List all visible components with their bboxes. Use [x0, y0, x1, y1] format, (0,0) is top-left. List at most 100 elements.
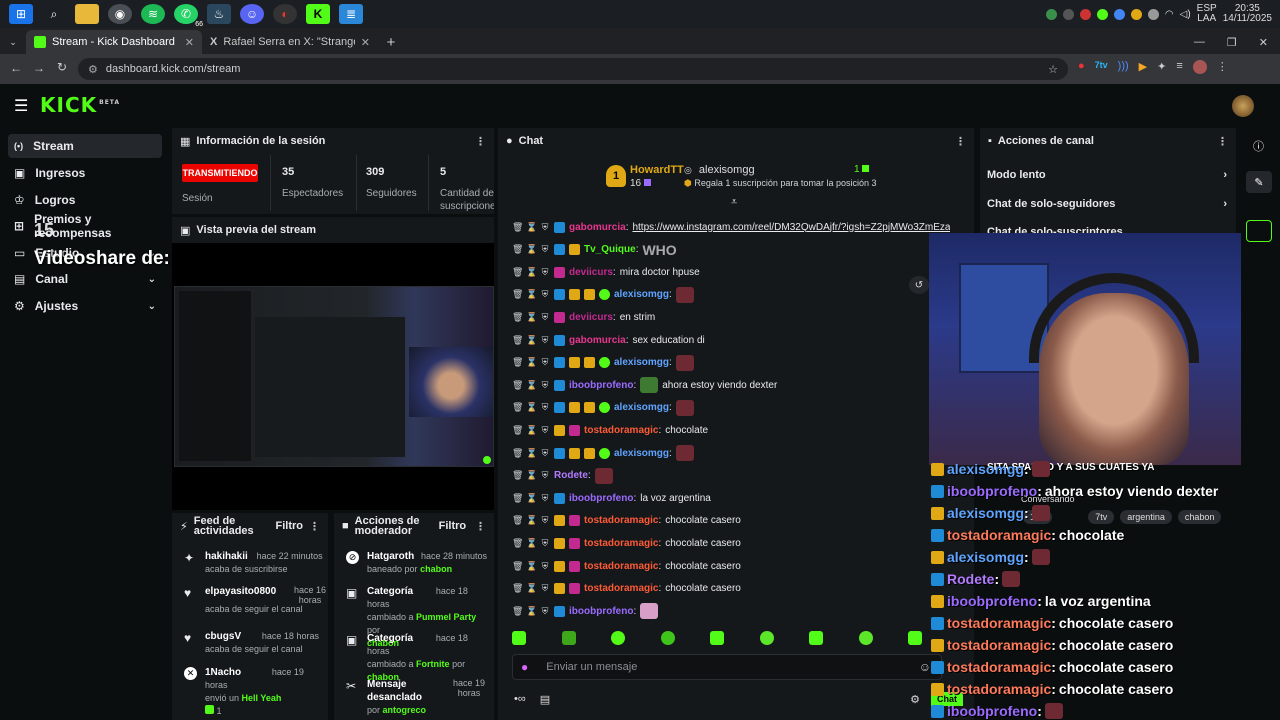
feed-filter-button[interactable]: Filtro [276, 520, 304, 532]
ban-user-icon[interactable]: ⛨ [540, 289, 550, 300]
chat-username[interactable]: alexisomgg [614, 357, 669, 368]
delete-icon[interactable]: 🗑 [512, 583, 523, 594]
chat-link[interactable]: https://www.instagram.com/reel/DM32QwDAj… [632, 222, 950, 233]
kebab-menu-icon[interactable]: ⋮ [309, 520, 320, 533]
chat-username[interactable]: tostadoramagic [584, 561, 658, 572]
timeout-icon[interactable]: ⌛ [526, 448, 537, 459]
ban-user-icon[interactable]: ⛨ [540, 357, 550, 368]
url-input[interactable]: ⚙ dashboard.kick.com/stream ☆ [78, 58, 1068, 80]
delete-icon[interactable]: 🗑 [512, 380, 523, 391]
kick-emote-icon[interactable] [611, 631, 625, 645]
delete-icon[interactable]: 🗑 [512, 606, 523, 617]
bookmark-star-icon[interactable]: ☆ [1048, 63, 1058, 76]
scroll-to-bottom-button[interactable]: ↺ [909, 276, 929, 294]
browser-menu-icon[interactable]: ⋮ [1217, 60, 1228, 74]
chat-username[interactable]: tostadoramagic [584, 515, 658, 526]
media-icon[interactable]: ≡ [1176, 60, 1182, 74]
kick-logo[interactable]: KICK BETA [40, 93, 120, 117]
discord-icon[interactable]: ☺ [240, 4, 264, 24]
delete-icon[interactable]: 🗑 [512, 357, 523, 368]
chat-emote[interactable] [594, 467, 613, 484]
ban-user-icon[interactable]: ⛨ [540, 425, 550, 436]
pinned-toggle-icon[interactable]: ⩡ [731, 196, 737, 209]
hamburger-menu-icon[interactable]: ☰ [14, 96, 28, 116]
delete-icon[interactable]: 🗑 [512, 425, 523, 436]
delete-icon[interactable]: 🗑 [512, 289, 523, 300]
timeout-icon[interactable]: ⌛ [526, 380, 537, 391]
close-window-icon[interactable]: ✕ [1259, 36, 1268, 49]
close-tab-icon[interactable]: ✕ [185, 36, 194, 49]
timeout-icon[interactable]: ⌛ [526, 606, 537, 617]
timeout-icon[interactable]: ⌛ [526, 312, 537, 323]
browser-tab-x[interactable]: X Rafael Serra en X: "Stranger Thi ✕ [202, 30, 378, 54]
points-icon[interactable]: •∞ [514, 693, 526, 705]
tab-list-button[interactable]: ⌄ [0, 30, 26, 54]
tray-icon[interactable] [1079, 8, 1091, 20]
extension-7tv-icon[interactable]: 7tv [1095, 60, 1108, 74]
timeout-icon[interactable]: ⌛ [526, 335, 537, 346]
stream-preview-video[interactable] [174, 286, 494, 467]
chat-username[interactable]: alexisomgg [614, 402, 669, 413]
delete-icon[interactable]: 🗑 [512, 402, 523, 413]
kick-emote-icon[interactable] [809, 631, 823, 645]
ban-user-icon[interactable]: ⛨ [540, 448, 550, 459]
chat-emote[interactable] [675, 399, 694, 416]
volume-icon[interactable]: ◁) [1180, 9, 1191, 20]
chrome-icon[interactable]: ◉ [108, 4, 132, 24]
timeout-icon[interactable]: ⌛ [526, 583, 537, 594]
chat-input-box[interactable]: ● Enviar un mensaje ☺ [512, 654, 942, 680]
tag-chip[interactable]: argentina [1120, 510, 1172, 524]
minimize-icon[interactable]: — [1194, 36, 1205, 48]
sidebar-item-stream[interactable]: (•) Stream [8, 134, 162, 158]
ban-user-icon[interactable]: ⛨ [540, 583, 550, 594]
delete-icon[interactable]: 🗑 [512, 493, 523, 504]
tray-icon[interactable] [1062, 8, 1074, 20]
reload-icon[interactable]: ↻ [57, 60, 67, 74]
sidebar-item-logros[interactable]: ♔ Logros [8, 188, 162, 212]
profile-avatar-icon[interactable] [1192, 60, 1207, 74]
kick-emote-icon[interactable] [561, 631, 576, 645]
timeout-icon[interactable]: ⌛ [526, 493, 537, 504]
new-tab-button[interactable]: + [378, 30, 404, 54]
delete-icon[interactable]: 🗑 [512, 515, 523, 526]
steam-icon[interactable]: ♨ [207, 4, 231, 24]
chat-username[interactable]: alexisomgg [614, 289, 669, 300]
kick-emote-icon[interactable] [759, 631, 774, 645]
browser-tab-kick[interactable]: Stream - Kick Dashboard ✕ [26, 30, 202, 54]
edit-pencil-icon[interactable]: ✎ [1246, 171, 1272, 193]
delete-icon[interactable]: 🗑 [512, 561, 523, 572]
delete-icon[interactable]: 🗑 [512, 335, 523, 346]
chat-emote[interactable] [640, 603, 659, 620]
kebab-menu-icon[interactable]: ⋮ [475, 135, 486, 148]
chat-username[interactable]: alexisomgg [614, 448, 669, 459]
extensions-puzzle-icon[interactable]: ✦ [1157, 60, 1166, 74]
forward-icon[interactable]: → [33, 61, 45, 75]
chat-username[interactable]: Rodete [554, 470, 588, 481]
sidebar-item-ajustes[interactable]: ⚙ Ajustes ⌄ [8, 294, 162, 318]
kebab-menu-icon[interactable]: ⋮ [955, 135, 966, 148]
followers-only-action[interactable]: Chat de solo-seguidores › [987, 196, 1227, 212]
ban-user-icon[interactable]: ⛨ [540, 222, 550, 233]
search-icon[interactable]: ⌕ [42, 4, 66, 24]
timeout-icon[interactable]: ⌛ [526, 538, 537, 549]
delete-icon[interactable]: 🗑 [512, 312, 523, 323]
ban-user-icon[interactable]: ⛨ [540, 515, 550, 526]
chat-emote[interactable] [675, 354, 694, 371]
delete-icon[interactable]: 🗑 [512, 470, 523, 481]
clock[interactable]: 20:35 14/11/2025 [1223, 4, 1272, 24]
chat-username[interactable]: deviicurs [569, 267, 613, 278]
folder-icon[interactable] [75, 4, 99, 24]
delete-icon[interactable]: 🗑 [512, 244, 523, 255]
timeout-icon[interactable]: ⌛ [526, 561, 537, 572]
mod-filter-button[interactable]: Filtro [439, 520, 467, 532]
extension-icon[interactable]: ▶ [1139, 60, 1147, 74]
chat-username[interactable]: iboobprofeno [569, 606, 633, 617]
tag-chip[interactable]: 7tv [1088, 510, 1115, 524]
kebab-menu-icon[interactable]: ⋮ [1217, 135, 1228, 148]
browser-icon[interactable]: ◐ [273, 4, 297, 24]
wifi-icon[interactable]: ◠ [1165, 9, 1174, 20]
microphone-icon[interactable]: ● [521, 660, 528, 674]
timeout-icon[interactable]: ⌛ [526, 357, 537, 368]
chat-settings-icon[interactable]: ⚙ [910, 693, 920, 706]
ban-user-icon[interactable]: ⛨ [540, 470, 550, 481]
